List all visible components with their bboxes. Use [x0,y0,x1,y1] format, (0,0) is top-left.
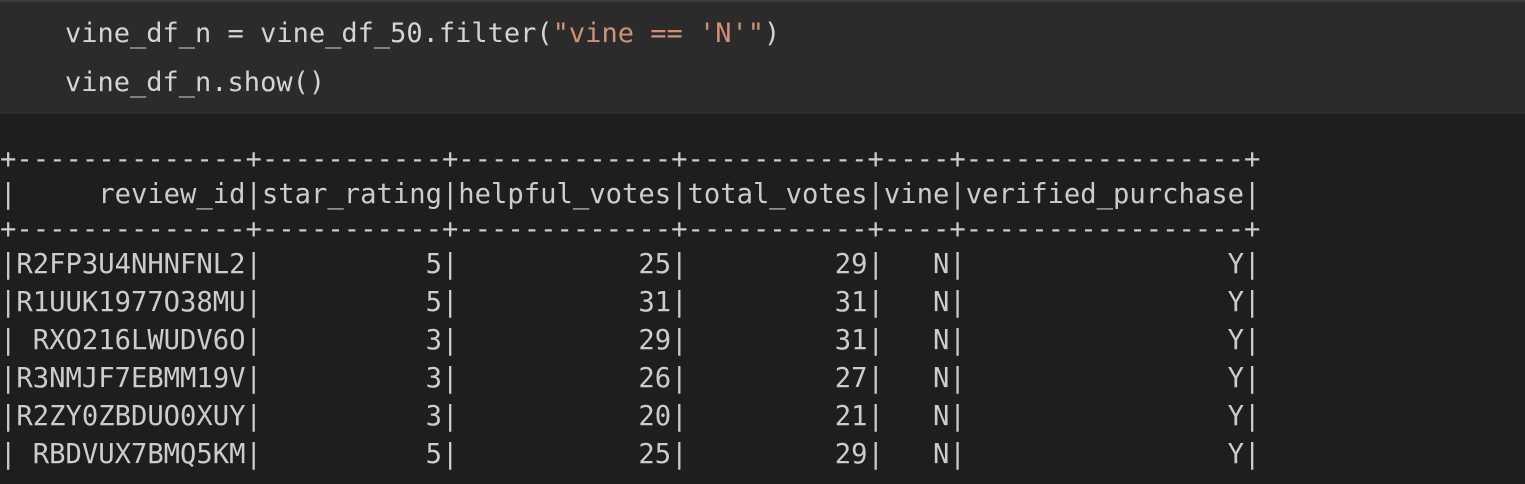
table-row: |R3NMJF7EBMM19V| 3| 26| 27| N| Y| [0,363,1261,394]
table-row: | RXO216LWUDV6O| 3| 29| 31| N| Y| [0,325,1261,356]
table-row: | RBDVUX7BMQ5KM| 5| 25| 29| N| Y| [0,439,1261,470]
table-row: |R2ZY0ZBDUO0XUY| 3| 20| 21| N| Y| [0,401,1261,432]
code-line-1-prefix: vine_df_n = vine_df_50.filter( [65,18,553,49]
code-line-1-suffix: ) [764,18,781,49]
table-row: |R1UUK1977O38MU| 5| 31| 31| N| Y| [0,287,1261,318]
table-border-top: +--------------+-----------+------------… [0,144,1261,175]
code-line-2[interactable]: vine_df_n.show() [65,65,325,101]
table-border-header: +--------------+-----------+------------… [0,214,1261,245]
filter-string-literal: "vine == 'N'" [552,18,764,49]
cell-output: +--------------+-----------+------------… [0,114,1525,484]
code-line-1[interactable]: vine_df_n = vine_df_50.filter("vine == '… [65,16,780,52]
code-cell-input[interactable]: vine_df_n = vine_df_50.filter("vine == '… [0,0,1525,114]
table-row: |R2FP3U4NHNFNL2| 5| 25| 29| N| Y| [0,249,1261,280]
table-header-row: | review_id|star_rating|helpful_votes|to… [0,179,1261,210]
